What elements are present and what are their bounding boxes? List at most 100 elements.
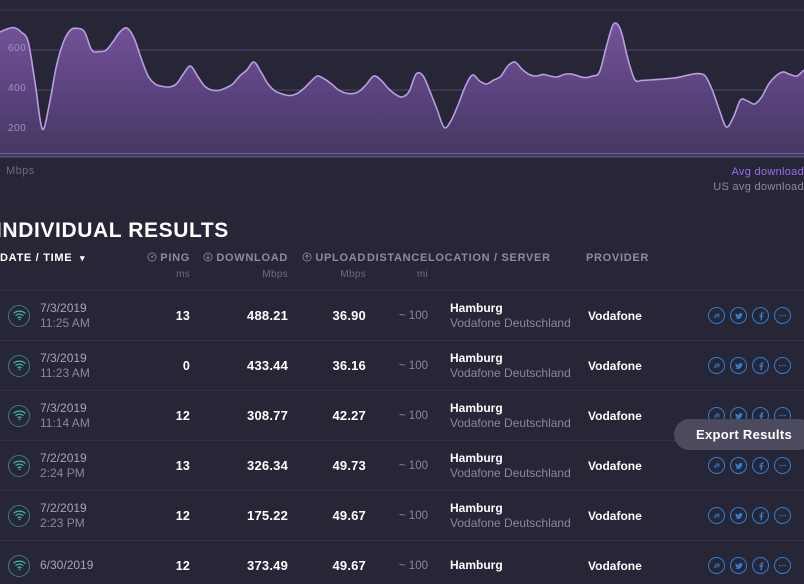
result-time: 2:24 PM <box>40 465 85 480</box>
result-location: Hamburg <box>450 300 503 315</box>
cell-distance: ~ 100 <box>398 559 428 572</box>
cell-ping: 0 <box>182 358 190 373</box>
result-server: Vodafone Deutschland <box>450 465 571 480</box>
facebook-icon[interactable] <box>752 557 769 575</box>
table-row[interactable]: 6/30/2019 12 373.49 49.67 ~ 100 Hamburg … <box>0 540 804 584</box>
twitter-icon[interactable] <box>730 557 747 575</box>
result-server: Vodafone Deutschland <box>450 415 571 430</box>
cell-actions <box>708 491 804 541</box>
facebook-icon[interactable] <box>752 357 769 374</box>
link-icon[interactable] <box>708 457 725 474</box>
page-title: INDIVIDUAL RESULTS <box>0 219 229 242</box>
column-header-distance[interactable]: DISTANCE mi <box>366 252 428 291</box>
twitter-icon[interactable] <box>730 357 747 374</box>
result-provider: Vodafone <box>588 358 642 373</box>
cell-download: 308.77 <box>247 408 288 423</box>
row-action-icons <box>708 357 804 374</box>
twitter-icon[interactable] <box>730 507 747 524</box>
result-time: 2:23 PM <box>40 515 85 530</box>
link-icon[interactable] <box>708 307 725 324</box>
result-time: 11:25 AM <box>40 315 90 330</box>
result-date: 7/2/2019 <box>40 450 87 465</box>
result-time: 11:23 AM <box>40 365 90 380</box>
column-header-download[interactable]: DOWNLOAD Mbps <box>190 252 288 291</box>
column-label-download: DOWNLOAD <box>216 252 288 264</box>
cell-provider: Vodafone <box>586 541 708 584</box>
cell-download: 175.22 <box>247 508 288 523</box>
cell-location: Hamburg <box>428 541 586 584</box>
connection-type-icon <box>8 404 30 427</box>
more-icon[interactable] <box>774 457 791 474</box>
cell-provider: Vodafone <box>586 341 708 391</box>
y-tick-400: 400 <box>8 83 27 94</box>
table-row[interactable]: 7/3/2019 11:25 AM 13 488.21 36.90 ~ 100 … <box>0 290 804 341</box>
wifi-icon <box>12 460 26 471</box>
cell-upload: 42.27 <box>332 408 366 423</box>
column-header-upload[interactable]: UPLOAD Mbps <box>288 252 366 291</box>
cell-date-time: 7/2/2019 2:24 PM <box>0 441 128 491</box>
ping-gauge-icon <box>147 252 157 262</box>
link-icon[interactable] <box>708 557 725 575</box>
result-location: Hamburg <box>450 450 503 465</box>
cell-upload: 49.73 <box>332 458 366 473</box>
sort-caret-icon[interactable]: ▾ <box>80 253 85 263</box>
wifi-icon <box>12 510 26 521</box>
more-icon[interactable] <box>774 357 791 374</box>
twitter-icon[interactable] <box>730 307 747 324</box>
chart-unit-label: Mbps <box>6 165 35 177</box>
more-icon[interactable] <box>774 307 791 324</box>
export-results-button[interactable]: Export Results <box>674 419 804 450</box>
wifi-icon <box>12 410 26 421</box>
cell-date-time: 7/3/2019 11:23 AM <box>0 341 128 391</box>
column-header-actions <box>708 252 804 291</box>
column-header-ping[interactable]: PING ms <box>128 252 190 291</box>
result-location: Hamburg <box>450 558 503 573</box>
cell-location: Hamburg Vodafone Deutschland <box>428 291 586 341</box>
row-action-icons <box>708 307 804 324</box>
connection-type-icon <box>8 304 30 327</box>
cell-ping: 13 <box>175 308 190 323</box>
speed-history-chart: 600 400 200 Mbps Avg download US avg dow… <box>0 0 804 200</box>
table-row[interactable]: 7/3/2019 11:23 AM 0 433.44 36.16 ~ 100 H… <box>0 340 804 391</box>
facebook-icon[interactable] <box>752 457 769 474</box>
y-tick-600: 600 <box>8 43 27 54</box>
cell-distance: ~ 100 <box>398 509 428 522</box>
column-label-ping: PING <box>160 252 190 264</box>
link-icon[interactable] <box>708 357 725 374</box>
cell-download: 433.44 <box>247 358 288 373</box>
result-date: 7/2/2019 <box>40 500 87 515</box>
cell-actions <box>708 341 804 391</box>
legend-us-avg-download: US avg download <box>713 181 804 193</box>
legend-avg-download: Avg download <box>731 166 804 178</box>
results-table-head: DATE / TIME ▾ PING ms DOWNLOAD Mbps UPLO… <box>0 252 804 291</box>
results-table: DATE / TIME ▾ PING ms DOWNLOAD Mbps UPLO… <box>0 252 804 584</box>
column-header-provider[interactable]: PROVIDER <box>586 252 708 291</box>
cell-download: 326.34 <box>247 458 288 473</box>
result-server: Vodafone Deutschland <box>450 515 571 530</box>
column-label-upload: UPLOAD <box>315 252 366 264</box>
column-header-date[interactable]: DATE / TIME ▾ <box>0 252 128 291</box>
y-tick-200: 200 <box>8 123 27 134</box>
facebook-icon[interactable] <box>752 307 769 324</box>
link-icon[interactable] <box>708 507 725 524</box>
more-icon[interactable] <box>774 507 791 524</box>
result-time: 11:14 AM <box>40 415 90 430</box>
table-row[interactable]: 7/2/2019 2:23 PM 12 175.22 49.67 ~ 100 H… <box>0 490 804 541</box>
individual-results-header: INDIVIDUAL RESULTS Export Results <box>0 200 804 450</box>
connection-type-icon <box>8 504 30 527</box>
cell-location: Hamburg Vodafone Deutschland <box>428 391 586 441</box>
chart-plot-area: 600 400 200 <box>0 0 804 158</box>
more-icon[interactable] <box>774 557 791 575</box>
column-unit-upload: Mbps <box>340 269 366 280</box>
twitter-icon[interactable] <box>730 457 747 474</box>
cell-ping: 12 <box>175 508 190 523</box>
result-date: 6/30/2019 <box>40 558 94 573</box>
cell-provider: Vodafone <box>586 491 708 541</box>
wifi-icon <box>12 310 26 321</box>
result-date: 7/3/2019 <box>40 400 87 415</box>
facebook-icon[interactable] <box>752 507 769 524</box>
result-location: Hamburg <box>450 400 503 415</box>
column-label-distance: DISTANCE <box>366 252 428 264</box>
wifi-icon <box>12 360 26 371</box>
column-header-location[interactable]: LOCATION / SERVER <box>428 252 586 291</box>
